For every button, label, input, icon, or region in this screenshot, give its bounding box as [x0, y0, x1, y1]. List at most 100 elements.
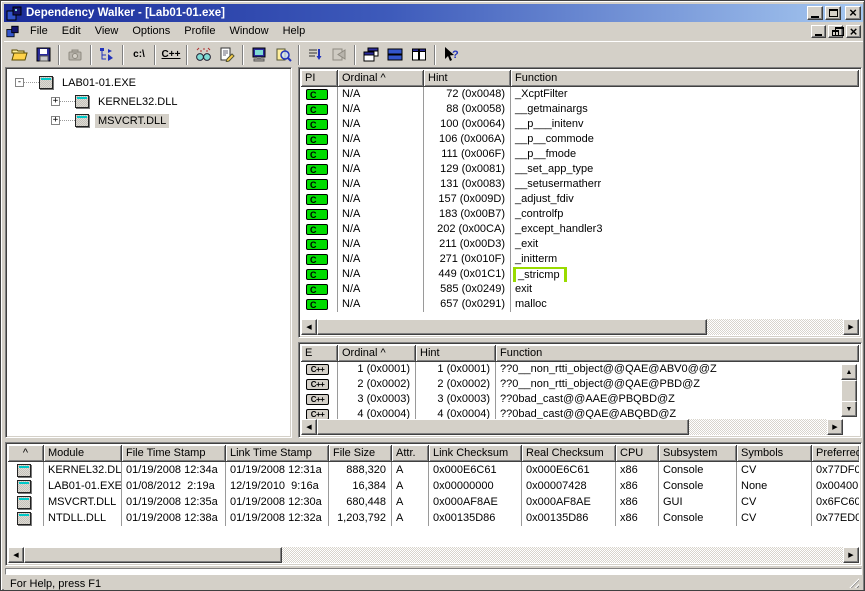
cascade-windows-icon[interactable] [359, 44, 383, 66]
table-row[interactable]: C N/A 585 (0x0249) exit [301, 282, 859, 297]
table-row[interactable]: KERNEL32.DLL 01/19/2008 12:34a 01/19/200… [8, 462, 859, 478]
table-row[interactable]: C N/A 211 (0x00D3) _exit [301, 237, 859, 252]
tree-expander[interactable]: - [15, 78, 24, 87]
column-header-hint[interactable]: Hint [424, 70, 511, 87]
table-row[interactable]: C N/A 157 (0x009D) _adjust_fdiv [301, 192, 859, 207]
context-help-icon[interactable]: ? [439, 44, 463, 66]
resize-grip[interactable] [847, 576, 859, 588]
cpp-function-icon: C++ [306, 364, 329, 375]
tree-item[interactable]: + KERNEL32.DLL [8, 92, 289, 111]
function-name: __p___initenv [515, 118, 584, 130]
menu-profile[interactable]: Profile [177, 23, 222, 40]
menu-file[interactable]: File [23, 23, 55, 40]
table-row[interactable]: C++ 2 (0x0002) 2 (0x0002) ??0__non_rtti_… [301, 377, 843, 392]
scroll-left-arrow[interactable]: ◀ [301, 319, 317, 335]
column-header-subsystem[interactable]: Subsystem [659, 445, 737, 462]
title-bar[interactable]: Dependency Walker - [Lab01-01.exe] [4, 4, 863, 22]
maximize-button[interactable] [825, 6, 841, 20]
table-row[interactable]: C N/A 72 (0x0048) _XcptFilter [301, 87, 859, 102]
tree-expander[interactable]: + [51, 116, 60, 125]
close-button[interactable] [845, 6, 861, 20]
column-header-hint[interactable]: Hint [416, 345, 496, 362]
scroll-right-arrow[interactable]: ▶ [843, 319, 859, 335]
save-icon[interactable] [31, 44, 55, 66]
column-header-module[interactable]: Module [44, 445, 122, 462]
full-paths-icon[interactable]: c:\ [127, 44, 151, 66]
menu-edit[interactable]: Edit [55, 23, 88, 40]
column-header-function[interactable]: Function [496, 345, 859, 362]
export-vertical-scrollbar[interactable]: ▲ ▼ [841, 364, 857, 417]
column-header-function[interactable]: Function [511, 70, 859, 87]
system-info-icon[interactable] [247, 44, 271, 66]
tree-item-label: LAB01-01.EXE [59, 76, 139, 90]
table-row[interactable]: NTDLL.DLL 01/19/2008 12:38a 01/19/2008 1… [8, 510, 859, 526]
open-icon[interactable] [7, 44, 31, 66]
column-header-sort[interactable]: ^ [8, 445, 44, 462]
tree-item[interactable]: - LAB01-01.EXE [8, 73, 289, 92]
column-header-cpu[interactable]: CPU [616, 445, 659, 462]
auto-expand-icon[interactable] [303, 44, 327, 66]
menu-view[interactable]: View [88, 23, 126, 40]
module-horizontal-scrollbar[interactable]: ◀ ▶ [8, 547, 859, 563]
module-icon [75, 95, 89, 108]
tree-expander[interactable]: + [51, 97, 60, 106]
table-row[interactable]: C N/A 449 (0x01C1) _stricmp [301, 267, 859, 282]
scrollbar-thumb[interactable] [24, 547, 282, 563]
menu-help[interactable]: Help [276, 23, 313, 40]
table-row[interactable]: C N/A 129 (0x0081) __set_app_type [301, 162, 859, 177]
scroll-up-arrow[interactable]: ▲ [841, 364, 857, 380]
scrollbar-thumb[interactable] [317, 419, 689, 435]
column-header-ordinal[interactable]: Ordinal ^ [338, 345, 416, 362]
search-icon[interactable] [271, 44, 295, 66]
column-header-ordinal[interactable]: Ordinal ^ [338, 70, 424, 87]
column-header-link-checksum[interactable]: Link Checksum [429, 445, 522, 462]
table-row[interactable]: C++ 1 (0x0001) 1 (0x0001) ??0__non_rtti_… [301, 362, 843, 377]
menu-options[interactable]: Options [125, 23, 177, 40]
column-header-pi[interactable]: PI [301, 70, 338, 87]
log-pane-collapsed[interactable] [5, 568, 862, 575]
table-row[interactable]: C++ 3 (0x0003) 3 (0x0003) ??0bad_cast@@A… [301, 392, 843, 407]
tile-horizontal-icon[interactable] [383, 44, 407, 66]
properties-icon[interactable] [215, 44, 239, 66]
table-row[interactable]: LAB01-01.EXE 01/08/2012 2:19a 12/19/2010… [8, 478, 859, 494]
column-header-attr[interactable]: Attr. [392, 445, 429, 462]
tree-item-label: KERNEL32.DLL [95, 95, 181, 109]
table-row[interactable]: C N/A 106 (0x006A) __p__commode [301, 132, 859, 147]
scrollbar-thumb[interactable] [317, 319, 707, 335]
c-function-icon: C [306, 179, 328, 190]
table-row[interactable]: C N/A 202 (0x00CA) _except_handler3 [301, 222, 859, 237]
scroll-down-arrow[interactable]: ▼ [841, 401, 857, 417]
table-row[interactable]: C N/A 100 (0x0064) __p___initenv [301, 117, 859, 132]
scroll-right-arrow[interactable]: ▶ [827, 419, 843, 435]
column-header-preferred[interactable]: Preferred [812, 445, 859, 462]
table-row[interactable]: C N/A 111 (0x006F) __p__fmode [301, 147, 859, 162]
column-header-link-time-stamp[interactable]: Link Time Stamp [226, 445, 329, 462]
mdi-close-button[interactable] [846, 25, 861, 38]
import-horizontal-scrollbar[interactable]: ◀ ▶ [301, 319, 859, 335]
expand-tree-icon[interactable] [95, 44, 119, 66]
undecorate-cpp-icon[interactable]: C++ [159, 44, 183, 66]
mdi-minimize-button[interactable] [811, 25, 826, 38]
table-row[interactable]: C N/A 183 (0x00B7) _controlfp [301, 207, 859, 222]
table-row[interactable]: C N/A 88 (0x0058) __getmainargs [301, 102, 859, 117]
table-row[interactable]: C N/A 131 (0x0083) __setusermatherr [301, 177, 859, 192]
profile-icon[interactable] [191, 44, 215, 66]
tree-item[interactable]: + MSVCRT.DLL [8, 111, 289, 130]
minimize-button[interactable] [807, 6, 823, 20]
menu-window[interactable]: Window [222, 23, 275, 40]
column-header-symbols[interactable]: Symbols [737, 445, 812, 462]
column-header-file-size[interactable]: File Size [329, 445, 392, 462]
mdi-restore-button[interactable] [828, 25, 843, 38]
tile-vertical-icon[interactable] [407, 44, 431, 66]
table-row[interactable]: C N/A 271 (0x010F) _initterm [301, 252, 859, 267]
table-row[interactable]: MSVCRT.DLL 01/19/2008 12:35a 01/19/2008 … [8, 494, 859, 510]
column-header-real-checksum[interactable]: Real Checksum [522, 445, 616, 462]
function-name: malloc [515, 298, 547, 310]
scroll-left-arrow[interactable]: ◀ [301, 419, 317, 435]
column-header-file-time-stamp[interactable]: File Time Stamp [122, 445, 226, 462]
table-row[interactable]: C N/A 657 (0x0291) malloc [301, 297, 859, 312]
column-header-e[interactable]: E [301, 345, 338, 362]
export-horizontal-scrollbar[interactable]: ◀ ▶ [301, 419, 843, 435]
scroll-left-arrow[interactable]: ◀ [8, 547, 24, 563]
scroll-right-arrow[interactable]: ▶ [843, 547, 859, 563]
